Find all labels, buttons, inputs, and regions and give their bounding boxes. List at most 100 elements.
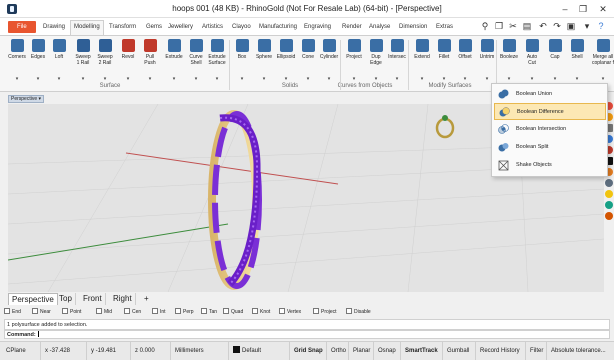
- tool-extend[interactable]: Extend ▾: [411, 39, 433, 82]
- viewport-menu-icon[interactable]: ▾: [39, 96, 42, 102]
- tool-pullpush[interactable]: Pull Push ▾: [139, 39, 161, 82]
- osnap-project[interactable]: Project: [313, 308, 337, 317]
- layer-indicator[interactable]: Default: [228, 342, 261, 360]
- help-icon[interactable]: ?: [596, 21, 606, 32]
- osnap-quad[interactable]: Quad: [223, 308, 243, 317]
- tab-perspective[interactable]: Perspective: [8, 293, 58, 305]
- osnap-end[interactable]: End: [4, 308, 21, 317]
- dropdown-arrow-icon[interactable]: ▾: [343, 76, 365, 82]
- tab-front[interactable]: Front: [80, 293, 106, 305]
- dropdown-arrow-icon[interactable]: ▾: [139, 76, 161, 82]
- tool-ellipsoid[interactable]: Ellipsoid ▾: [275, 39, 297, 82]
- paste-icon[interactable]: ▤: [522, 21, 532, 32]
- osnap-toggle[interactable]: Osnap: [373, 342, 396, 360]
- osnap-tan[interactable]: Tan: [201, 308, 217, 317]
- checkbox[interactable]: [96, 308, 102, 314]
- tab-file[interactable]: File: [8, 21, 36, 33]
- menu-item-boolean-intersection[interactable]: Boolean Intersection: [494, 121, 606, 138]
- checkbox[interactable]: [175, 308, 181, 314]
- tab-render[interactable]: Render: [339, 21, 365, 33]
- tab-jewellery[interactable]: Jewellery: [165, 21, 196, 33]
- dropdown-arrow-icon[interactable]: ▾: [386, 76, 408, 82]
- osnap-int[interactable]: Int: [152, 308, 166, 317]
- checkbox[interactable]: [124, 308, 130, 314]
- dropdown-arrow-icon[interactable]: ▾: [253, 76, 275, 82]
- tool-boolean[interactable]: Booleze ▾: [498, 39, 520, 82]
- sun-icon[interactable]: [605, 212, 613, 220]
- tool-autocut[interactable]: Auto Cut ▾: [521, 39, 543, 82]
- tool-curveshell[interactable]: Curve Shell ▾: [185, 39, 207, 82]
- dropdown-arrow-icon[interactable]: ▾: [72, 76, 94, 82]
- osnap-knot[interactable]: Knot: [252, 308, 270, 317]
- checkbox[interactable]: [279, 308, 285, 314]
- tab-transform[interactable]: Transform: [106, 21, 139, 33]
- dropdown-arrow-icon[interactable]: ▾: [521, 76, 543, 82]
- dropdown-arrow-icon[interactable]: ▾: [117, 76, 139, 82]
- menu-item-boolean-difference[interactable]: Boolean Difference: [494, 103, 606, 120]
- dropdown-arrow-icon[interactable]: ▾: [185, 76, 207, 82]
- add-viewport-tab-button[interactable]: +: [141, 293, 152, 305]
- checkbox[interactable]: [223, 308, 229, 314]
- record-history-toggle[interactable]: Record History: [475, 342, 520, 360]
- pin-icon[interactable]: ⚲: [480, 21, 490, 32]
- clock-icon[interactable]: [605, 179, 613, 187]
- tool-project[interactable]: Project ▾: [343, 39, 365, 82]
- environment-icon[interactable]: [605, 201, 613, 209]
- tab-manufacturing[interactable]: Manufacturing: [256, 21, 300, 33]
- tool-sweep1[interactable]: Sweep 1 Rail ▾: [72, 39, 94, 82]
- tab-extras[interactable]: Extras: [433, 21, 456, 33]
- ortho-toggle[interactable]: Ortho: [326, 342, 346, 360]
- osnap-near[interactable]: Near: [32, 308, 51, 317]
- cplane-label[interactable]: CPlane: [6, 342, 26, 360]
- dropdown-arrow-icon[interactable]: ▾: [411, 76, 433, 82]
- checkbox[interactable]: [201, 308, 207, 314]
- undo-icon[interactable]: ↶: [538, 21, 548, 32]
- planar-toggle[interactable]: Planar: [348, 342, 370, 360]
- units-label[interactable]: Millimeters: [170, 342, 204, 360]
- smarttrack-toggle[interactable]: SmartTrack: [400, 342, 438, 360]
- tab-gems[interactable]: Gems: [143, 21, 165, 33]
- dropdown-arrow-icon[interactable]: ▾: [6, 76, 28, 82]
- checkbox[interactable]: [313, 308, 319, 314]
- tab-modelling[interactable]: Modelling: [70, 20, 104, 35]
- tool-merge-faces[interactable]: Merge all coplanar faces ▾: [592, 39, 614, 82]
- dropdown-arrow-icon[interactable]: ▾: [566, 76, 588, 82]
- maximize-button[interactable]: ❐: [576, 2, 590, 16]
- dropdown-arrow-icon[interactable]: ▾: [231, 76, 253, 82]
- tab-engraving[interactable]: Engraving: [301, 21, 334, 33]
- gumball-toggle[interactable]: Gumball: [442, 342, 469, 360]
- cut-icon[interactable]: ✂: [508, 21, 518, 32]
- close-button[interactable]: ✕: [596, 2, 610, 16]
- tool-extrude[interactable]: Extrude ▾: [163, 39, 185, 82]
- tab-clayoo[interactable]: Clayoo: [229, 21, 254, 33]
- tab-right[interactable]: Right: [110, 293, 136, 305]
- osnap-vertex[interactable]: Vertex: [279, 308, 301, 317]
- tab-dimension[interactable]: Dimension: [396, 21, 430, 33]
- dropdown-arrow-icon[interactable]: ▾: [318, 76, 340, 82]
- dropdown-arrow-icon[interactable]: ▾: [297, 76, 319, 82]
- tool-extrude-surface[interactable]: Extrude Surface ▾: [206, 39, 228, 82]
- tool-revolve[interactable]: Revol ▾: [117, 39, 139, 82]
- tool-sweep2[interactable]: Sweep 2 Rail ▾: [94, 39, 116, 82]
- tab-top[interactable]: Top: [56, 293, 76, 305]
- osnap-perp[interactable]: Perp: [175, 308, 194, 317]
- checkbox[interactable]: [252, 308, 258, 314]
- tab-drawing[interactable]: Drawing: [40, 21, 68, 33]
- checkbox[interactable]: [32, 308, 38, 314]
- menu-item-shake-objects[interactable]: Shake Objects: [494, 157, 606, 174]
- material-icon[interactable]: [605, 190, 613, 198]
- menu-item-boolean-union[interactable]: Boolean Union: [494, 86, 606, 103]
- checkbox[interactable]: [346, 308, 352, 314]
- command-line[interactable]: Command:: [4, 330, 610, 339]
- tab-analyse[interactable]: Analyse: [366, 21, 393, 33]
- osnap-disable[interactable]: Disable: [346, 308, 371, 317]
- tool-untrim[interactable]: Untrim ▾: [476, 39, 498, 82]
- redo-icon[interactable]: ↷: [552, 21, 562, 32]
- tool-fillet[interactable]: Fillet ▾: [433, 39, 455, 82]
- dropdown-arrow-icon[interactable]: ▾: [275, 76, 297, 82]
- dropdown-arrow-icon[interactable]: ▾: [433, 76, 455, 82]
- tool-dupedge[interactable]: Dup Edge ▾: [365, 39, 387, 82]
- dropdown-arrow-icon[interactable]: ▾: [476, 76, 498, 82]
- dropdown-arrow-icon[interactable]: ▾: [454, 76, 476, 82]
- checkbox[interactable]: [62, 308, 68, 314]
